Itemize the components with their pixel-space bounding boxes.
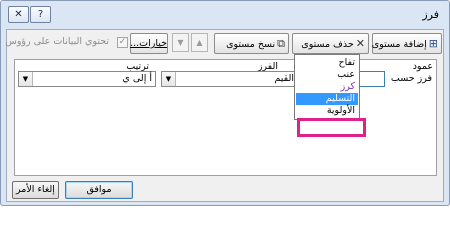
dropdown-item[interactable]: عنب <box>296 69 358 81</box>
column-header-column: عمود <box>412 61 433 72</box>
copy-level-label: نسخ مستوى <box>226 39 276 50</box>
sort-on-value: القيم <box>274 73 294 84</box>
options-label: خيارات... <box>130 38 167 49</box>
order-value: أ إلى ي <box>122 73 152 84</box>
move-up-button[interactable]: ▲ <box>191 33 208 52</box>
help-button[interactable]: ? <box>30 6 51 23</box>
add-level-button[interactable]: ⊞إضافة مستوى <box>372 33 442 54</box>
dropdown-item-selected[interactable]: التسليم <box>296 93 358 105</box>
add-level-icon: ⊞ <box>428 37 438 50</box>
title-bar: ✕ ? فرز <box>1 1 449 29</box>
arrow-down-icon: ▼ <box>177 38 184 47</box>
copy-level-button[interactable]: ⧉نسخ مستوى <box>214 33 289 54</box>
arrow-up-icon: ▲ <box>196 38 203 47</box>
sort-on-select[interactable]: ▼ القيم <box>161 71 298 87</box>
cancel-button[interactable]: إلغاء الأمر <box>12 181 59 199</box>
cancel-label: إلغاء الأمر <box>16 184 55 195</box>
row-label-sort-by: فرز حسب <box>390 73 432 84</box>
order-select[interactable]: ▼ أ إلى ي <box>18 71 156 87</box>
help-icon: ? <box>37 9 44 20</box>
copy-icon: ⧉ <box>277 37 285 50</box>
ok-button[interactable]: موافق <box>65 181 133 199</box>
chevron-down-icon: ▼ <box>162 72 176 86</box>
sort-dialog: ✕ ? فرز ⊞إضافة مستوى ✕حذف مستوى ⧉نسخ مست… <box>0 0 450 206</box>
sort-levels-grid: عمود الفرز ترتيب فرز حسب ▼ ▼ القيم ▼ أ إ… <box>14 59 437 176</box>
dropdown-item[interactable]: الأولوية <box>296 105 358 117</box>
dropdown-item[interactable]: تفاح <box>296 57 358 69</box>
ok-label: موافق <box>86 184 112 195</box>
close-icon: ✕ <box>14 9 23 20</box>
delete-level-icon: ✕ <box>355 37 365 50</box>
dialog-title: فرز <box>422 8 439 21</box>
dropdown-item[interactable]: كرز <box>296 81 358 93</box>
headers-checkbox[interactable]: ✓ <box>117 37 128 48</box>
column-dropdown-list: تفاح عنب كرز التسليم الأولوية <box>294 54 360 120</box>
highlight-frame <box>297 118 366 137</box>
chevron-down-icon: ▼ <box>19 72 33 86</box>
delete-level-button[interactable]: ✕حذف مستوى <box>292 33 369 54</box>
add-level-label: إضافة مستوى <box>371 39 427 50</box>
close-button[interactable]: ✕ <box>8 6 29 23</box>
dialog-body: ⊞إضافة مستوى ✕حذف مستوى ⧉نسخ مستوى ▲ ▼ خ… <box>5 29 444 202</box>
headers-checkbox-label: تحتوي البيانات على رؤوس <box>5 36 109 47</box>
options-button[interactable]: خيارات... <box>130 33 168 54</box>
move-down-button[interactable]: ▼ <box>172 33 189 52</box>
delete-level-label: حذف مستوى <box>301 39 354 50</box>
checkmark-icon: ✓ <box>118 37 127 47</box>
